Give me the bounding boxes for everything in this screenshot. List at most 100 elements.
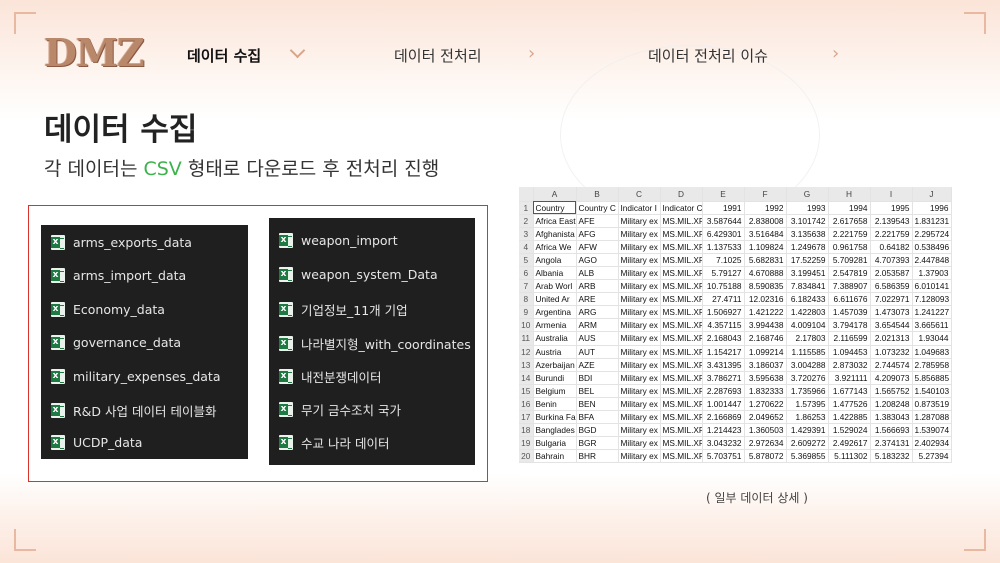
- table-cell[interactable]: MS.MIL.XF: [660, 240, 703, 254]
- file-item[interactable]: UCDP_data: [51, 435, 142, 450]
- file-item[interactable]: 내전분쟁데이터: [279, 367, 382, 386]
- table-cell[interactable]: 1.208248: [870, 397, 913, 412]
- table-cell[interactable]: 3.135638: [786, 227, 829, 241]
- table-cell[interactable]: Military ex: [618, 253, 661, 267]
- table-cell[interactable]: Azerbaijan: [533, 358, 577, 372]
- table-cell[interactable]: 3.921111: [828, 371, 871, 385]
- table-cell[interactable]: MS.MIL.XF: [660, 253, 703, 267]
- table-cell[interactable]: 1.473073: [870, 305, 913, 320]
- table-cell[interactable]: Military ex: [618, 331, 661, 346]
- table-cell[interactable]: 2.168746: [744, 331, 787, 346]
- table-cell[interactable]: BHR: [576, 449, 619, 464]
- table-cell[interactable]: Country C: [576, 200, 619, 215]
- table-cell[interactable]: 2.17803: [786, 331, 829, 346]
- table-cell[interactable]: 3.587644: [702, 214, 745, 228]
- table-cell[interactable]: 7.388907: [828, 279, 871, 294]
- nav-item-data-collection[interactable]: 데이터 수집: [187, 45, 261, 66]
- table-cell[interactable]: 2.021313: [870, 331, 913, 346]
- table-cell[interactable]: 5.856885: [912, 371, 952, 385]
- table-cell[interactable]: Military ex: [618, 397, 661, 412]
- row-number[interactable]: 17: [519, 410, 534, 425]
- table-cell[interactable]: Arab Worl: [533, 279, 577, 294]
- table-cell[interactable]: 2.547819: [828, 266, 871, 281]
- file-item[interactable]: Economy_data: [51, 302, 165, 317]
- table-cell[interactable]: Argentina: [533, 305, 577, 320]
- table-cell[interactable]: 1.93044: [912, 331, 952, 346]
- table-cell[interactable]: Afghanista: [533, 227, 577, 241]
- file-item[interactable]: arms_exports_data: [51, 235, 192, 250]
- table-cell[interactable]: Military ex: [618, 318, 661, 333]
- table-cell[interactable]: 7.022971: [870, 292, 913, 307]
- row-number[interactable]: 18: [519, 423, 534, 438]
- table-cell[interactable]: 8.590835: [744, 279, 787, 294]
- table-cell[interactable]: Military ex: [618, 371, 661, 385]
- row-number[interactable]: 6: [519, 266, 534, 281]
- row-number[interactable]: 13: [519, 358, 534, 372]
- table-cell[interactable]: 3.004288: [786, 358, 829, 372]
- table-cell[interactable]: MS.MIL.XF: [660, 227, 703, 241]
- file-item[interactable]: 기업정보_11개 기업: [279, 300, 408, 319]
- table-cell[interactable]: 1992: [744, 200, 787, 215]
- table-cell[interactable]: 3.720276: [786, 371, 829, 385]
- table-cell[interactable]: 6.429301: [702, 227, 745, 241]
- table-cell[interactable]: ARB: [576, 279, 619, 294]
- select-all-corner[interactable]: [519, 187, 534, 202]
- row-number[interactable]: 1: [519, 200, 534, 215]
- table-cell[interactable]: 4.670888: [744, 266, 787, 281]
- table-cell[interactable]: 3.786271: [702, 371, 745, 385]
- row-number[interactable]: 20: [519, 449, 534, 464]
- table-cell[interactable]: 4.209073: [870, 371, 913, 385]
- table-cell[interactable]: 7.834841: [786, 279, 829, 294]
- table-cell[interactable]: 6.182433: [786, 292, 829, 307]
- table-cell[interactable]: Indicator C: [660, 200, 703, 215]
- table-cell[interactable]: 1.57395: [786, 397, 829, 412]
- table-cell[interactable]: MS.MIL.XF: [660, 292, 703, 307]
- table-cell[interactable]: 4.707393: [870, 253, 913, 267]
- table-cell[interactable]: 2.617658: [828, 214, 871, 228]
- table-cell[interactable]: 2.168043: [702, 331, 745, 346]
- table-cell[interactable]: 2.838008: [744, 214, 787, 228]
- table-cell[interactable]: Bulgaria: [533, 436, 577, 451]
- table-cell[interactable]: 3.516484: [744, 227, 787, 241]
- table-cell[interactable]: Military ex: [618, 423, 661, 438]
- table-cell[interactable]: 3.654544: [870, 318, 913, 333]
- table-cell[interactable]: 1996: [912, 200, 952, 215]
- table-cell[interactable]: 1.094453: [828, 345, 871, 359]
- table-cell[interactable]: 5.27394: [912, 449, 952, 464]
- table-cell[interactable]: MS.MIL.XF: [660, 214, 703, 228]
- table-cell[interactable]: AFW: [576, 240, 619, 254]
- table-cell[interactable]: MS.MIL.XF: [660, 345, 703, 359]
- table-cell[interactable]: ARG: [576, 305, 619, 320]
- table-cell[interactable]: MS.MIL.XF: [660, 305, 703, 320]
- table-cell[interactable]: 2.492617: [828, 436, 871, 451]
- table-cell[interactable]: 1.677143: [828, 384, 871, 398]
- table-cell[interactable]: 5.111302: [828, 449, 871, 464]
- table-cell[interactable]: Africa We: [533, 240, 577, 254]
- table-cell[interactable]: 3.101742: [786, 214, 829, 228]
- table-cell[interactable]: United Ar: [533, 292, 577, 307]
- column-header[interactable]: B: [576, 187, 619, 202]
- table-cell[interactable]: 1.457039: [828, 305, 871, 320]
- column-header[interactable]: E: [702, 187, 745, 202]
- table-cell[interactable]: 1.073232: [870, 345, 913, 359]
- table-cell[interactable]: 5.369855: [786, 449, 829, 464]
- table-cell[interactable]: BFA: [576, 410, 619, 425]
- table-cell[interactable]: Indicator I: [618, 200, 661, 215]
- table-cell[interactable]: 2.053587: [870, 266, 913, 281]
- table-cell[interactable]: 2.873032: [828, 358, 871, 372]
- table-cell[interactable]: MS.MIL.XF: [660, 371, 703, 385]
- table-cell[interactable]: BDI: [576, 371, 619, 385]
- table-cell[interactable]: 1.154217: [702, 345, 745, 359]
- table-cell[interactable]: 0.961758: [828, 240, 871, 254]
- table-cell[interactable]: Austria: [533, 345, 577, 359]
- column-header[interactable]: F: [744, 187, 787, 202]
- table-cell[interactable]: MS.MIL.XF: [660, 318, 703, 333]
- row-number[interactable]: 5: [519, 253, 534, 267]
- nav-item-data-preprocessing[interactable]: 데이터 전처리: [394, 45, 482, 66]
- column-header[interactable]: I: [870, 187, 913, 202]
- table-cell[interactable]: Albania: [533, 266, 577, 281]
- table-cell[interactable]: 5.79127: [702, 266, 745, 281]
- table-cell[interactable]: 6.586359: [870, 279, 913, 294]
- table-cell[interactable]: 1.565752: [870, 384, 913, 398]
- file-item[interactable]: 나라별지형_with_coordinates: [279, 334, 471, 353]
